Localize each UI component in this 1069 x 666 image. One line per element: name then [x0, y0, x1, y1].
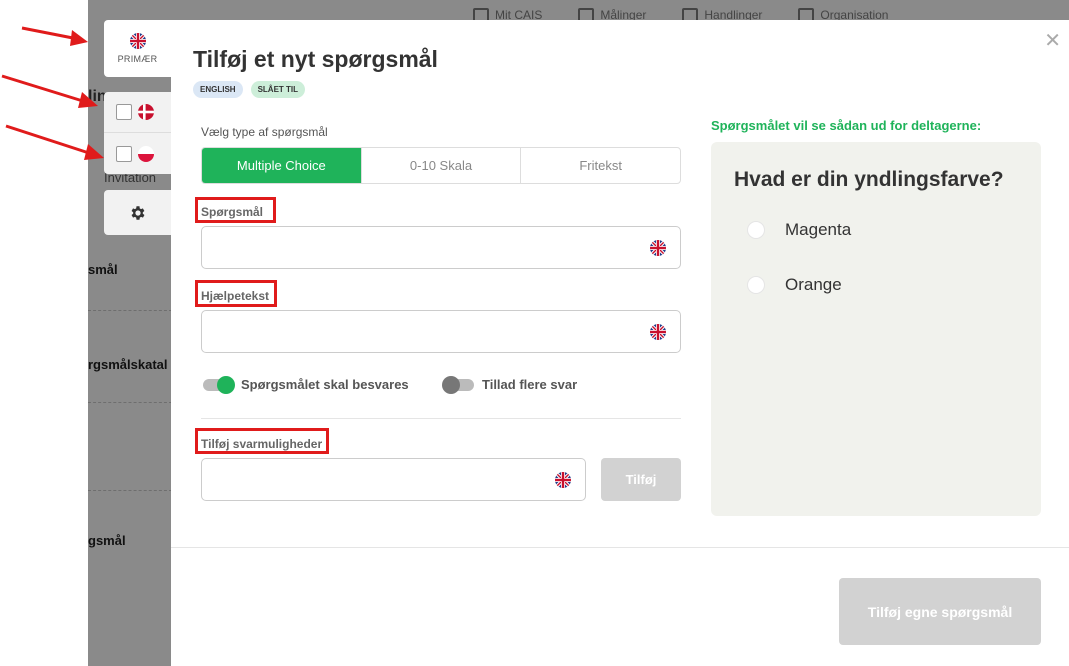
- question-preview: Hvad er din yndlingsfarve? Magenta Orang…: [711, 142, 1041, 516]
- multiple-answers-label: Tillad flere svar: [482, 377, 578, 392]
- status-badge: SLÅET TIL: [250, 81, 306, 98]
- multiple-answers-toggle[interactable]: Tillad flere svar: [442, 375, 578, 394]
- language-list: [104, 92, 171, 174]
- bg-fragment: gsmål: [88, 533, 126, 548]
- annotation-arrow: [21, 26, 88, 46]
- uk-flag-icon: [555, 472, 571, 488]
- footer-divider: [171, 547, 1069, 548]
- preview-label: Spørgsmålet vil se sådan ud for deltager…: [711, 118, 982, 133]
- annotation-highlight: [195, 428, 329, 454]
- uk-flag-icon: [650, 324, 666, 340]
- required-toggle[interactable]: Spørgsmålet skal besvares: [203, 375, 409, 394]
- question-input[interactable]: [201, 226, 681, 269]
- annotation-arrow: [1, 74, 98, 108]
- add-option-button[interactable]: Tilføj: [601, 458, 681, 501]
- bg-fragment: rgsmålskatal: [88, 357, 168, 372]
- type-scale[interactable]: 0-10 Skala: [362, 148, 522, 183]
- modal-title: Tilføj et nyt spørgsmål: [193, 46, 438, 72]
- section-divider: [201, 418, 681, 419]
- language-checkbox[interactable]: [116, 104, 132, 120]
- uk-flag-icon: [129, 33, 146, 49]
- bg-divider: [88, 310, 172, 311]
- radio-button[interactable]: [747, 221, 765, 239]
- answer-option-input[interactable]: [201, 458, 586, 501]
- preview-option-label: Magenta: [785, 220, 852, 239]
- bg-fragment: smål: [88, 262, 118, 277]
- toggle-switch[interactable]: [442, 375, 474, 394]
- add-question-modal: ✕ Tilføj et nyt spørgsmål ENGLISH SLÅET …: [171, 20, 1069, 666]
- question-type-label: Vælg type af spørgsmål: [201, 125, 328, 139]
- annotation-arrow: [5, 124, 104, 160]
- preview-question: Hvad er din yndlingsfarve?: [734, 168, 1004, 191]
- primary-label: PRIMÆR: [117, 54, 158, 64]
- required-toggle-label: Spørgsmålet skal besvares: [241, 377, 409, 392]
- help-text-input[interactable]: [201, 310, 681, 353]
- gear-icon: [131, 205, 144, 220]
- annotation-highlight: [195, 197, 276, 223]
- type-multiple-choice[interactable]: Multiple Choice: [202, 148, 362, 183]
- toggle-switch[interactable]: [203, 375, 235, 394]
- annotation-highlight: [195, 280, 277, 307]
- bg-divider: [88, 490, 172, 491]
- question-type-selector: Multiple Choice 0-10 Skala Fritekst: [201, 147, 681, 184]
- language-row-danish[interactable]: [104, 92, 171, 133]
- badge-group: ENGLISH SLÅET TIL: [193, 81, 306, 98]
- preview-option[interactable]: Orange: [747, 275, 842, 295]
- submit-button[interactable]: Tilføj egne spørgsmål: [839, 578, 1041, 645]
- preview-option-label: Orange: [785, 275, 842, 294]
- language-tab-primary[interactable]: PRIMÆR: [104, 20, 171, 77]
- bg-divider: [88, 402, 172, 403]
- radio-button[interactable]: [747, 276, 765, 294]
- language-badge: ENGLISH: [193, 81, 243, 98]
- preview-option[interactable]: Magenta: [747, 220, 851, 240]
- language-checkbox[interactable]: [116, 145, 132, 162]
- poland-flag-icon: [138, 145, 154, 162]
- language-row-polish[interactable]: [104, 133, 171, 174]
- uk-flag-icon: [650, 240, 666, 256]
- type-freetext[interactable]: Fritekst: [521, 148, 680, 183]
- close-icon[interactable]: ✕: [1044, 28, 1061, 53]
- language-settings-button[interactable]: [104, 190, 171, 235]
- denmark-flag-icon: [138, 104, 154, 120]
